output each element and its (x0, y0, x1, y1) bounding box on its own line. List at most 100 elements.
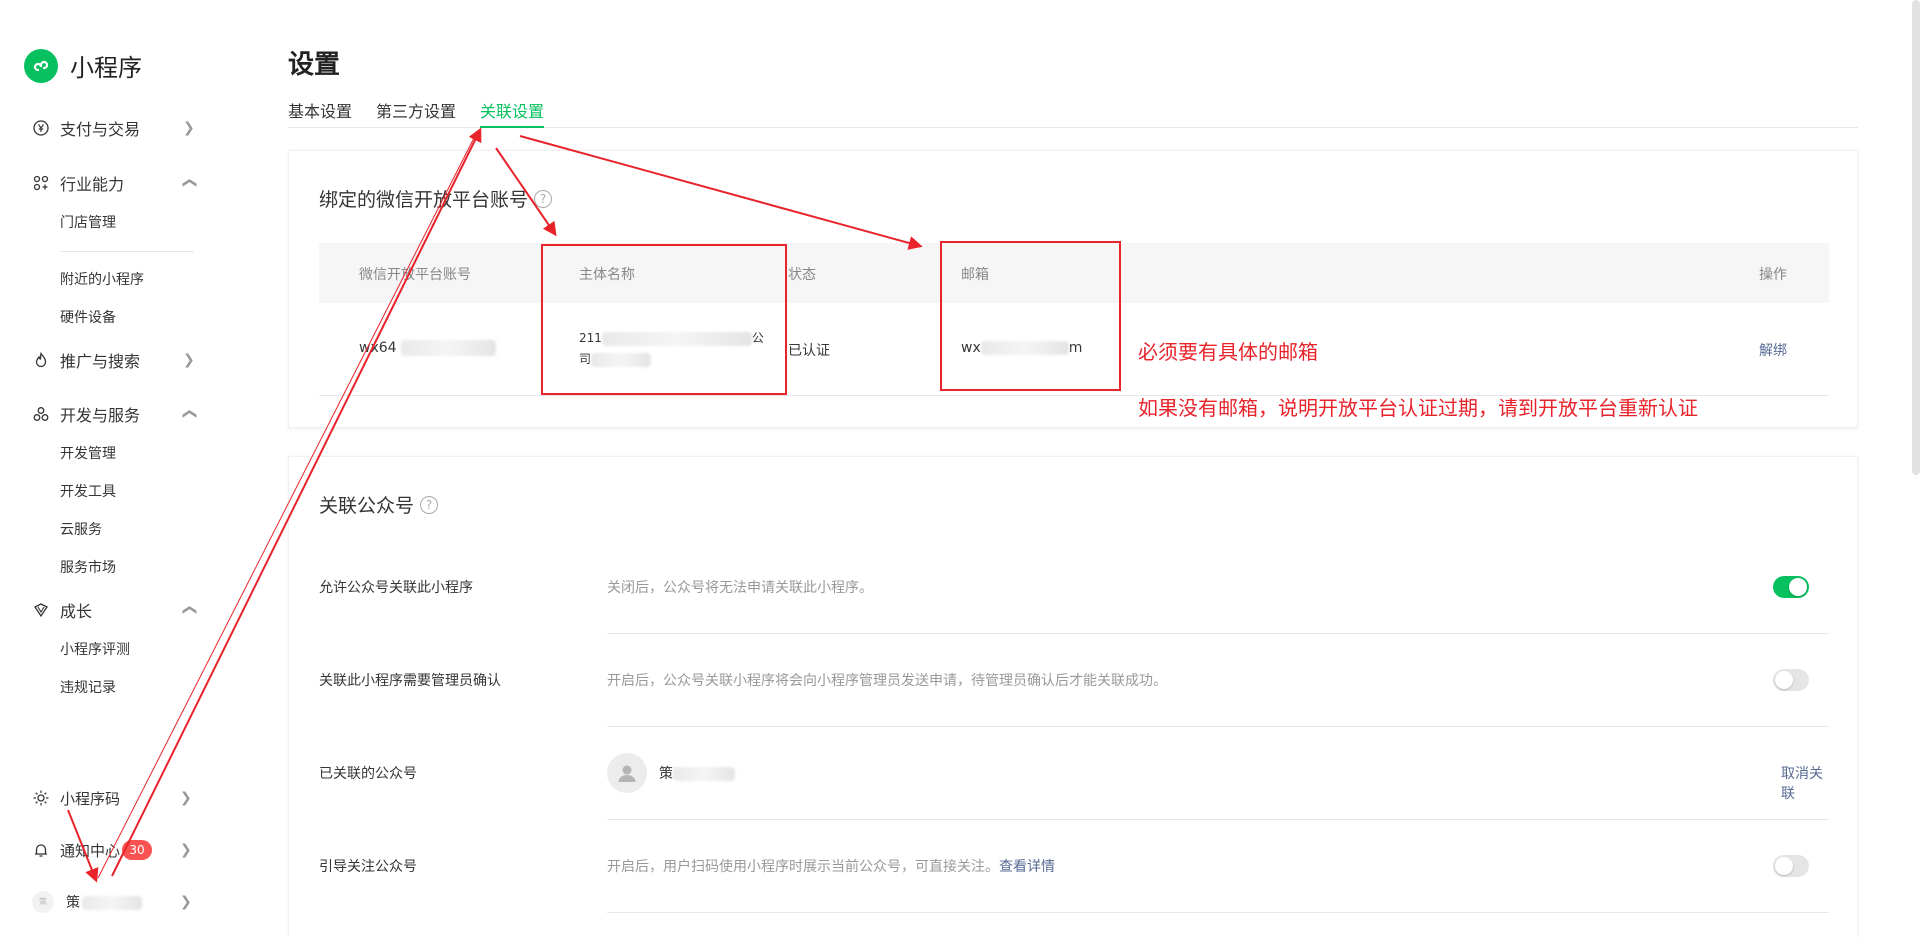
notification-count-badge: 30 (122, 840, 152, 860)
official-account-title: 关联公众号 ? (319, 491, 439, 518)
yen-icon (32, 119, 50, 137)
account-cell: wx64 (359, 340, 496, 356)
nav-label: 通知中心 (60, 841, 121, 860)
setting-desc: 开启后，公众号关联小程序将会向小程序管理员发送申请，待管理员确认后才能关联成功。 (607, 673, 1167, 689)
redacted-block (82, 896, 142, 910)
setting-row-guide-follow: 引导关注公众号 开启后，用户扫码使用小程序时展示当前公众号，可直接关注。查看详情 (319, 820, 1829, 913)
setting-desc: 关闭后，公众号将无法申请关联此小程序。 (607, 580, 873, 596)
col-action: 操作 (1759, 267, 1787, 283)
tab-third-party-settings[interactable]: 第三方设置 (376, 98, 456, 128)
setting-label: 已关联的公众号 (319, 766, 417, 782)
nav-label: 小程序码 (60, 789, 121, 808)
setting-label: 关联此小程序需要管理员确认 (319, 673, 501, 689)
account-value: wx64 (359, 340, 397, 356)
app-logo[interactable]: 小程序 (24, 48, 142, 83)
account-avatar: 策 (32, 891, 54, 913)
nav-development[interactable]: 开发与服务 ❯ (0, 394, 210, 434)
sidebar: 小程序 支付与交易 ❯ 行业能力 ❯ 门店管理 附近的小程序 硬件设备 推广与搜… (0, 0, 240, 937)
nav-notifications[interactable]: 通知中心 30 ❯ (0, 830, 210, 870)
tab-bar: 基本设置 第三方设置 关联设置 (288, 98, 1858, 128)
flame-icon (32, 351, 50, 369)
nav-dev-management[interactable]: 开发管理 (60, 443, 116, 465)
nav-dev-tools[interactable]: 开发工具 (60, 481, 116, 503)
nav-store-management[interactable]: 门店管理 (60, 212, 116, 234)
page-title: 设置 (288, 50, 341, 80)
row-divider (607, 912, 1829, 913)
help-icon[interactable]: ? (420, 495, 439, 514)
allow-association-toggle[interactable] (1773, 576, 1809, 598)
annotation-box-entity (541, 244, 787, 395)
chevron-up-icon: ❯ (180, 604, 197, 616)
unlink-account-link[interactable]: 取消关联 (1781, 763, 1829, 803)
help-icon[interactable]: ? (534, 189, 553, 208)
toggle-knob (1789, 578, 1807, 596)
annotation-note-email-required: 必须要有具体的邮箱 (1138, 340, 1318, 364)
account-name-text: 策 (66, 895, 80, 911)
account-name: 策 (66, 892, 142, 912)
nav-payment[interactable]: 支付与交易 ❯ (0, 108, 210, 148)
chevron-right-icon: ❯ (180, 894, 192, 910)
chevron-up-icon: ❯ (180, 408, 197, 420)
app-name: 小程序 (70, 54, 142, 82)
nav-growth[interactable]: 成长 ❯ (0, 590, 210, 630)
col-status: 状态 (788, 267, 816, 283)
nav-label: 支付与交易 (60, 120, 141, 139)
official-account-title-text: 关联公众号 (319, 495, 415, 517)
setting-desc: 开启后，用户扫码使用小程序时展示当前公众号，可直接关注。查看详情 (607, 856, 1055, 876)
setting-label: 允许公众号关联此小程序 (319, 580, 473, 596)
nav-label: 成长 (60, 602, 93, 621)
bell-icon (32, 841, 50, 859)
nav-cloud-service[interactable]: 云服务 (60, 519, 102, 541)
nav-promotion[interactable]: 推广与搜索 ❯ (0, 340, 210, 380)
chevron-up-icon: ❯ (180, 177, 197, 189)
chevron-right-icon: ❯ (183, 352, 195, 368)
sun-icon (32, 789, 50, 807)
status-cell: 已认证 (788, 343, 830, 359)
annotation-note-expired: 如果没有邮箱，说明开放平台认证过期，请到开放平台重新认证 (1138, 396, 1698, 420)
scrollbar[interactable] (1912, 0, 1920, 475)
app-window: 小程序 支付与交易 ❯ 行业能力 ❯ 门店管理 附近的小程序 硬件设备 推广与搜… (0, 0, 1920, 937)
dev-icon (32, 405, 50, 423)
nav-label: 推广与搜索 (60, 352, 141, 371)
col-account: 微信开放平台账号 (359, 267, 471, 283)
growth-icon (32, 601, 50, 619)
miniprogram-logo-icon (24, 48, 58, 83)
nav-violation-record[interactable]: 违规记录 (60, 677, 116, 699)
nav-industry[interactable]: 行业能力 ❯ (0, 163, 210, 203)
nav-hardware[interactable]: 硬件设备 (60, 307, 116, 329)
setting-desc-text: 开启后，用户扫码使用小程序时展示当前公众号，可直接关注。 (607, 859, 999, 875)
nav-service-market[interactable]: 服务市场 (60, 557, 116, 579)
chevron-right-icon: ❯ (180, 842, 192, 858)
open-platform-title-text: 绑定的微信开放平台账号 (319, 189, 529, 211)
user-icon (618, 765, 636, 782)
nav-nearby-miniprogram[interactable]: 附近的小程序 (60, 269, 144, 291)
admin-confirm-toggle[interactable] (1773, 669, 1809, 691)
tab-basic-settings[interactable]: 基本设置 (288, 98, 352, 128)
nav-label: 开发与服务 (60, 406, 141, 425)
unbind-link[interactable]: 解绑 (1759, 340, 1787, 360)
guide-follow-toggle[interactable] (1773, 855, 1809, 877)
open-platform-title: 绑定的微信开放平台账号 ? (319, 185, 553, 212)
nav-label: 行业能力 (60, 175, 125, 194)
view-details-link[interactable]: 查看详情 (999, 859, 1055, 875)
nav-evaluation[interactable]: 小程序评测 (60, 639, 130, 661)
setting-row-linked-accounts: 已关联的公众号 策 取消关联 (319, 727, 1829, 820)
official-account-card: 关联公众号 ? 允许公众号关联此小程序 关闭后，公众号将无法申请关联此小程序。 … (288, 456, 1858, 937)
redacted-block (400, 340, 496, 356)
nav-divider (60, 251, 194, 252)
nav-account[interactable]: 策 策 ❯ (0, 882, 210, 922)
redacted-block (673, 767, 735, 781)
linked-account-name-text: 策 (659, 766, 673, 782)
nav-qrcode[interactable]: 小程序码 ❯ (0, 778, 210, 818)
linked-account-name: 策 (659, 763, 735, 783)
tab-association-settings[interactable]: 关联设置 (480, 98, 545, 128)
toggle-knob (1775, 671, 1793, 689)
toggle-knob (1775, 857, 1793, 875)
setting-label: 引导关注公众号 (319, 859, 417, 875)
annotation-box-email (940, 241, 1121, 391)
apps-icon (32, 174, 50, 192)
chevron-right-icon: ❯ (183, 120, 195, 136)
official-account-avatar (607, 753, 647, 793)
setting-row-allow-association: 允许公众号关联此小程序 关闭后，公众号将无法申请关联此小程序。 (319, 541, 1829, 634)
chevron-right-icon: ❯ (180, 790, 192, 806)
